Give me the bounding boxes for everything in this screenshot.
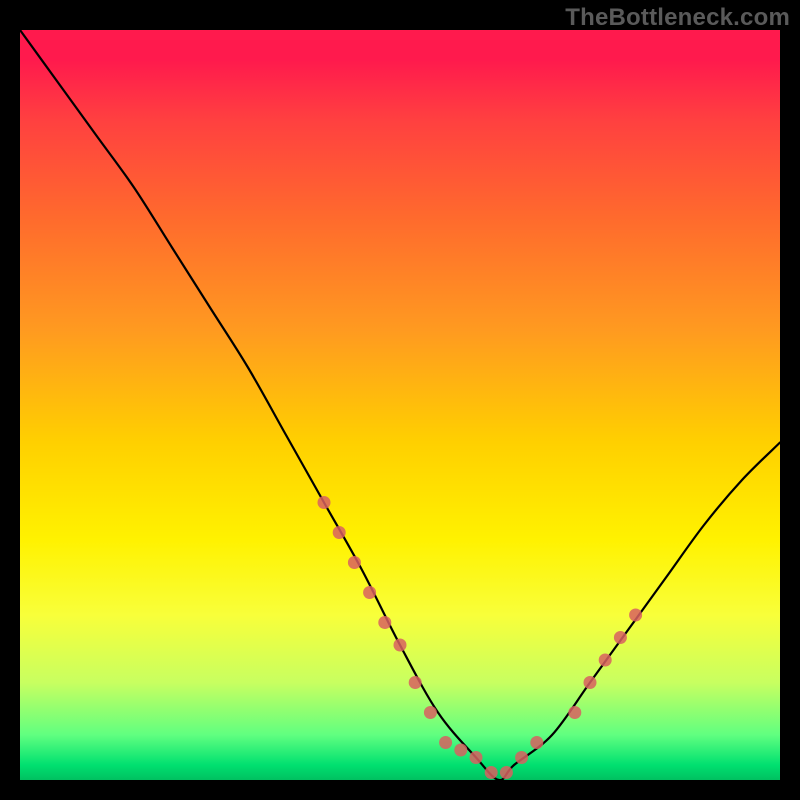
highlight-dot [485, 766, 498, 779]
highlight-dot [454, 744, 467, 757]
highlight-dots [318, 496, 643, 779]
highlight-dot [333, 526, 346, 539]
chart-frame: TheBottleneck.com [0, 0, 800, 800]
highlight-dot [599, 654, 612, 667]
highlight-dot [439, 736, 452, 749]
highlight-dot [584, 676, 597, 689]
highlight-dot [500, 766, 513, 779]
highlight-dot [629, 609, 642, 622]
highlight-dot [614, 631, 627, 644]
highlight-dot [378, 616, 391, 629]
highlight-dot [515, 751, 528, 764]
highlight-dot [394, 639, 407, 652]
highlight-dot [470, 751, 483, 764]
curve-svg [20, 30, 780, 780]
highlight-dot [530, 736, 543, 749]
highlight-dot [568, 706, 581, 719]
highlight-dot [424, 706, 437, 719]
plot-area [20, 30, 780, 780]
highlight-dot [409, 676, 422, 689]
highlight-dot [318, 496, 331, 509]
highlight-dot [348, 556, 361, 569]
highlight-dot [363, 586, 376, 599]
watermark-text: TheBottleneck.com [565, 4, 790, 32]
bottleneck-curve [20, 30, 780, 780]
